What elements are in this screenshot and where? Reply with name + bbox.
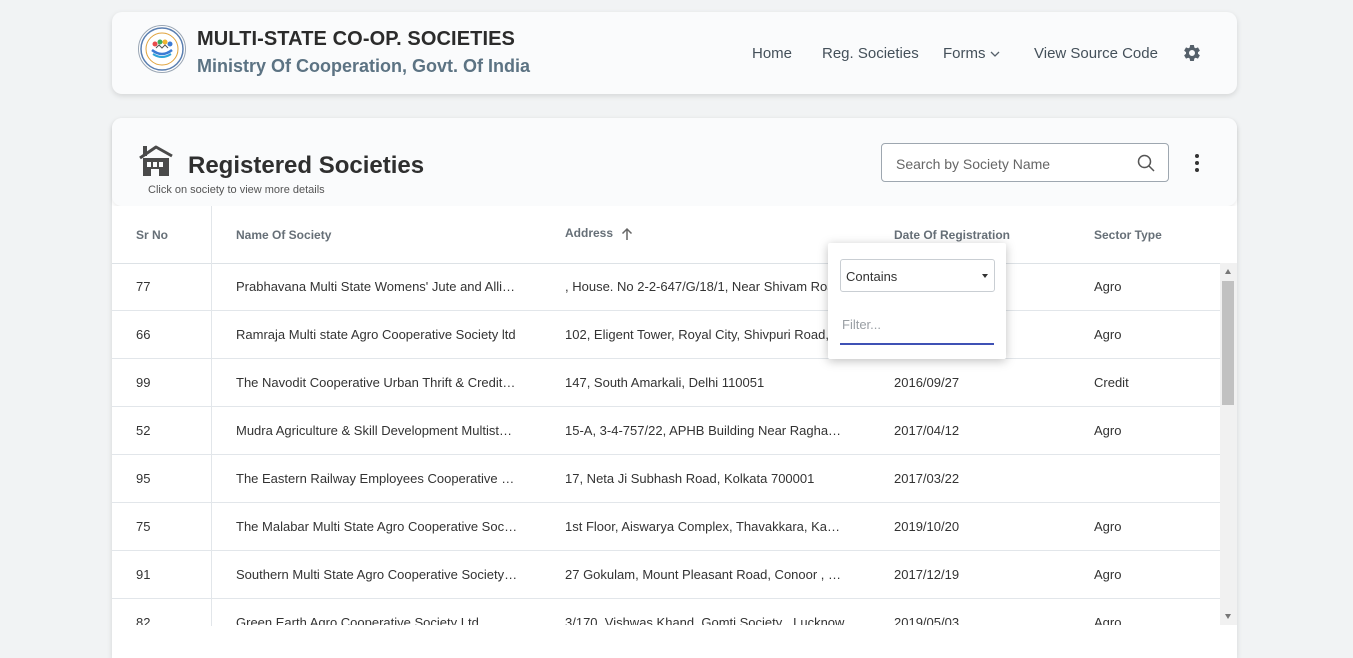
cell-name: The Navodit Cooperative Urban Thrift & C… [236, 375, 518, 390]
search-icon[interactable] [1136, 153, 1156, 173]
cell-name: The Malabar Multi State Agro Cooperative… [236, 519, 518, 534]
nav-view-source-code[interactable]: View Source Code [1034, 45, 1158, 62]
column-header-sector[interactable]: Sector Type [1094, 228, 1162, 242]
table-row[interactable]: 52 Mudra Agriculture & Skill Development… [112, 407, 1220, 455]
table-row[interactable]: 91 Southern Multi State Agro Cooperative… [112, 551, 1220, 599]
nav-forms[interactable]: Forms [943, 45, 1000, 62]
cell-name: The Eastern Railway Employees Cooperativ… [236, 471, 518, 486]
panel-toolbar: Registered Societies Click on society to… [112, 118, 1237, 206]
page-hint: Click on society to view more details [148, 184, 325, 196]
cell-address: 3/170, Vishwas Khand, Gomti Society , Lu… [565, 615, 845, 625]
cell-date: 2017/04/12 [894, 423, 960, 438]
cell-sector: Agro [1094, 279, 1122, 294]
cell-sr-no: 82 [136, 615, 151, 625]
filter-operator-select[interactable]: Contains [840, 259, 995, 292]
cell-sector: Credit [1094, 375, 1129, 390]
cell-date: 2016/09/27 [894, 375, 960, 390]
filter-operator-value: Contains [846, 269, 898, 284]
filter-text-field[interactable] [840, 307, 994, 345]
nav-home[interactable]: Home [752, 45, 792, 62]
building-icon [139, 145, 173, 176]
column-header-date[interactable]: Date Of Registration [894, 228, 1010, 242]
cell-address: 102, Eligent Tower, Royal City, Shivpuri… [565, 327, 845, 342]
cell-sector: Agro [1094, 567, 1122, 582]
table-row[interactable]: 99 The Navodit Cooperative Urban Thrift … [112, 359, 1220, 407]
scroll-up-arrow-icon[interactable] [1225, 269, 1231, 274]
column-header-sr-no[interactable]: Sr No [136, 228, 168, 242]
column-header-address[interactable]: Address [565, 226, 633, 241]
table-header: Sr No Name Of Society Address Date Of Re… [112, 206, 1237, 264]
cell-sector: Agro [1094, 519, 1122, 534]
cell-name: Mudra Agriculture & Skill Development Mu… [236, 423, 518, 438]
filter-input[interactable] [840, 311, 994, 337]
cell-name: Green Earth Agro Cooperative Society Ltd [236, 615, 479, 625]
cell-sr-no: 66 [136, 327, 151, 342]
caret-down-icon [982, 274, 988, 278]
cell-sr-no: 52 [136, 423, 151, 438]
column-filter-popup: Contains [828, 243, 1006, 359]
cell-sector: Agro [1094, 327, 1122, 342]
table-body: 77 Prabhavana Multi State Womens' Jute a… [112, 263, 1220, 625]
cell-sr-no: 91 [136, 567, 151, 582]
cell-date: 2017/12/19 [894, 567, 960, 582]
cell-address: 15-A, 3-4-757/22, APHB Building Near Rag… [565, 423, 845, 438]
cell-date: 2017/03/22 [894, 471, 960, 486]
cell-address: 27 Gokulam, Mount Pleasant Road, Conoor … [565, 567, 845, 582]
table-row[interactable]: 77 Prabhavana Multi State Womens' Jute a… [112, 263, 1220, 311]
nav-reg-societies[interactable]: Reg. Societies [822, 45, 919, 62]
column-header-name[interactable]: Name Of Society [236, 228, 331, 242]
chevron-down-icon [990, 51, 999, 57]
nav-forms-label: Forms [943, 45, 986, 62]
cell-name: Ramraja Multi state Agro Cooperative Soc… [236, 327, 516, 342]
scroll-down-arrow-icon[interactable] [1225, 614, 1231, 619]
table-row[interactable]: 82 Green Earth Agro Cooperative Society … [112, 599, 1220, 625]
table-row[interactable]: 66 Ramraja Multi state Agro Cooperative … [112, 311, 1220, 359]
cell-name: Prabhavana Multi State Womens' Jute and … [236, 279, 518, 294]
gear-icon[interactable] [1182, 43, 1202, 63]
cell-sr-no: 75 [136, 519, 151, 534]
cell-address: 17, Neta Ji Subhash Road, Kolkata 700001 [565, 471, 815, 486]
more-options-icon[interactable] [1188, 152, 1206, 174]
cell-date: 2019/05/03 [894, 615, 960, 625]
table-row[interactable]: 95 The Eastern Railway Employees Coopera… [112, 455, 1220, 503]
search-field[interactable] [881, 143, 1169, 183]
vertical-scrollbar[interactable] [1220, 263, 1237, 625]
table-row[interactable]: 75 The Malabar Multi State Agro Cooperat… [112, 503, 1220, 551]
ministry-logo-icon[interactable] [138, 25, 186, 73]
cell-sector: Agro [1094, 615, 1122, 625]
page-title: Registered Societies [188, 152, 425, 179]
search-input[interactable] [894, 144, 1128, 183]
cell-sr-no: 95 [136, 471, 151, 486]
cell-name: Southern Multi State Agro Cooperative So… [236, 567, 518, 582]
societies-panel: Registered Societies Click on society to… [112, 118, 1237, 658]
cell-address: , House. No 2-2-647/G/18/1, Near Shivam … [565, 279, 842, 294]
app-header: MULTI-STATE CO-OP. SOCIETIES Ministry Of… [112, 12, 1237, 94]
cell-address: 1st Floor, Aiswarya Complex, Thavakkara,… [565, 519, 845, 534]
cell-sr-no: 99 [136, 375, 151, 390]
app-subtitle: Ministry Of Cooperation, Govt. Of India [197, 56, 531, 76]
cell-address: 147, South Amarkali, Delhi 110051 [565, 375, 765, 390]
cell-sector: Agro [1094, 423, 1122, 438]
scrollbar-thumb[interactable] [1222, 281, 1234, 405]
app-title: MULTI-STATE CO-OP. SOCIETIES [197, 28, 515, 50]
column-header-address-label: Address [565, 226, 614, 240]
sort-ascending-icon[interactable] [621, 227, 633, 241]
cell-sr-no: 77 [136, 279, 151, 294]
cell-date: 2019/10/20 [894, 519, 960, 534]
societies-table: Sr No Name Of Society Address Date Of Re… [112, 206, 1237, 658]
